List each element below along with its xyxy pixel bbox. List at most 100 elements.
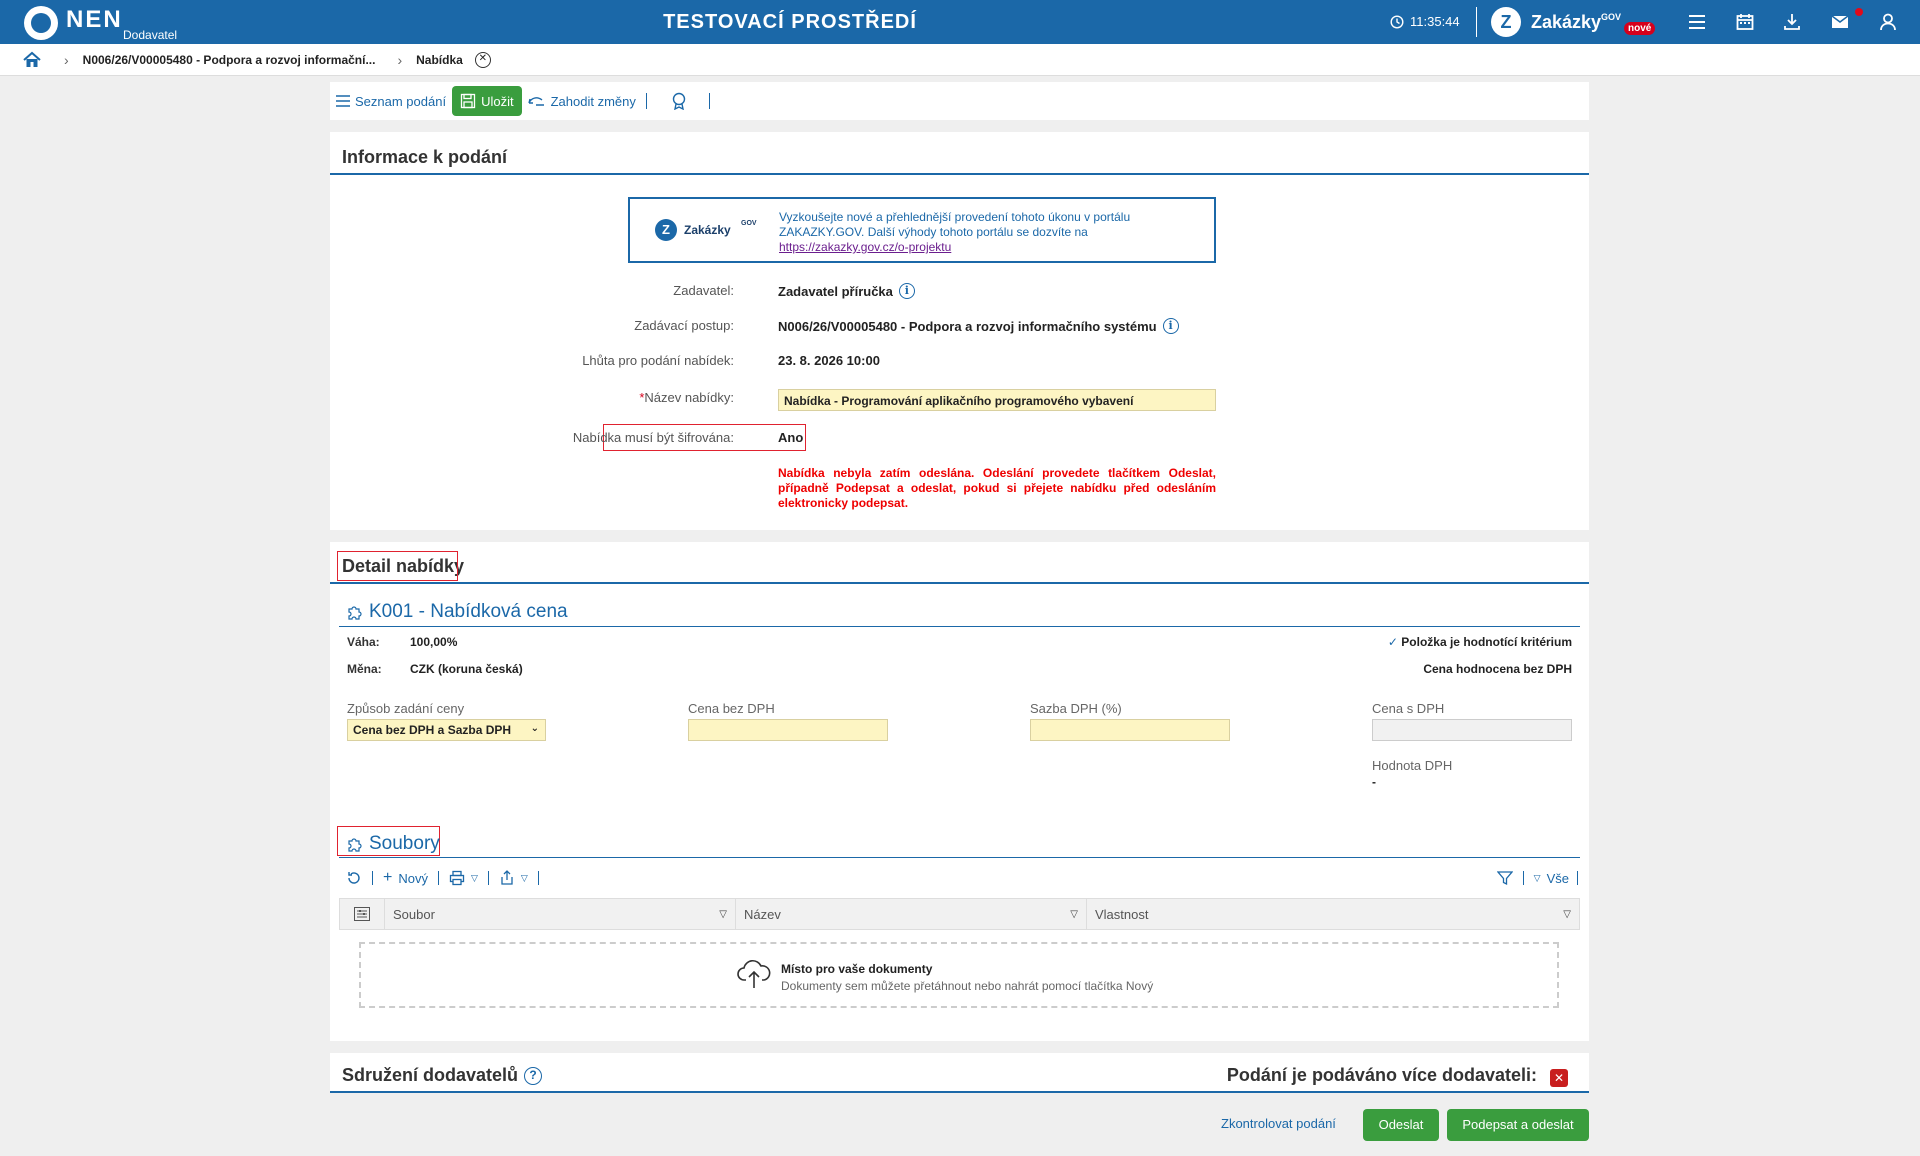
refresh-icon[interactable]	[346, 870, 362, 886]
user-icon[interactable]	[1878, 12, 1898, 32]
session-clock: 11:35:44	[1390, 14, 1460, 29]
settings-sliders-icon	[354, 907, 370, 921]
mena-label: Měna:	[347, 662, 382, 676]
zadavatel-value: Zadavatel příručka i	[778, 283, 915, 299]
download-icon[interactable]	[1782, 12, 1802, 32]
environment-title: TESTOVACÍ PROSTŘEDÍ	[663, 11, 917, 33]
zakazky-link[interactable]: Zakázky	[1531, 12, 1601, 33]
price-without-vat-label: Cena bez DPH	[688, 701, 775, 716]
mena-value: CZK (koruna česká)	[410, 662, 523, 676]
toolbar-divider	[1522, 871, 1524, 885]
criterion-flag: ✓ Položka je hodnotící kritérium	[1378, 635, 1572, 649]
column-soubor[interactable]: Soubor ▽	[385, 899, 736, 929]
field-postup: Zadávací postup: N006/26/V00005480 - Pod…	[330, 318, 1589, 338]
rating-button[interactable]	[665, 86, 693, 116]
multi-supplier-checkbox[interactable]: ✕	[1550, 1069, 1568, 1087]
filter-icon[interactable]	[1496, 870, 1513, 886]
column-soubor-label: Soubor	[393, 906, 435, 922]
check-submission-button[interactable]: Zkontrolovat podání	[1221, 1116, 1336, 1131]
caret-down-icon: ▽	[1533, 872, 1541, 883]
info-icon[interactable]: i	[898, 283, 915, 299]
column-settings-button[interactable]	[340, 899, 385, 929]
postup-text: N006/26/V00005480 - Podpora a rozvoj inf…	[778, 318, 1157, 334]
detail-panel-underline	[330, 582, 1589, 584]
postup-value: N006/26/V00005480 - Podpora a rozvoj inf…	[778, 318, 1179, 334]
price-with-vat-label: Cena s DPH	[1372, 701, 1445, 716]
association-underline	[330, 1091, 1589, 1093]
promo-text: Vyzkoušejte nové a přehlednější proveden…	[779, 210, 1179, 255]
home-icon[interactable]	[22, 50, 42, 70]
chevron-down-icon: ⌄	[530, 723, 539, 734]
help-icon[interactable]: ?	[524, 1066, 543, 1085]
clock-icon	[1390, 14, 1404, 29]
new-file-button[interactable]: Nový	[398, 871, 428, 886]
zakazky-logo[interactable]: Z	[1491, 7, 1521, 37]
sort-icon[interactable]: ▽	[1070, 909, 1078, 920]
offer-name-input[interactable]: Nabídka - Programování aplikačního progr…	[778, 389, 1216, 411]
column-vlastnost-label: Vlastnost	[1095, 906, 1149, 922]
files-filter-bar: ▽ Vše	[1496, 868, 1580, 888]
zakazky-sup: GOV	[1601, 12, 1622, 22]
breadcrumb: › N006/26/V00005480 - Podpora a rozvoj i…	[0, 44, 1920, 76]
header-divider	[1476, 7, 1477, 37]
send-button[interactable]: Odeslat	[1363, 1109, 1439, 1141]
vat-rate-input[interactable]	[1030, 719, 1230, 741]
new-badge: nové	[1624, 22, 1656, 35]
sign-and-send-button[interactable]: Podepsat a odeslat	[1447, 1109, 1589, 1141]
calendar-icon[interactable]	[1735, 12, 1755, 32]
dropzone-subtitle: Dokumenty sem můžete přetáhnout nebo nah…	[781, 979, 1154, 993]
lhuta-value: 23. 8. 2026 10:00	[778, 353, 880, 368]
field-sifrovana: Nabídka musí být šifrována: Ano	[330, 430, 1589, 450]
action-toolbar: Seznam podání Uložit Zahodit změny	[330, 82, 1589, 120]
column-nazev[interactable]: Název ▽	[736, 899, 1087, 929]
sort-icon[interactable]: ▽	[719, 909, 727, 920]
mail-icon[interactable]	[1830, 12, 1850, 32]
price-mode-select[interactable]: Cena bez DPH a Sazba DPH ⌄	[347, 719, 546, 741]
undo-car-icon	[527, 97, 544, 106]
toolbar-divider	[372, 871, 373, 885]
column-vlastnost[interactable]: Vlastnost ▽	[1087, 899, 1579, 929]
price-without-vat-input[interactable]	[688, 719, 888, 741]
zadavatel-text: Zadavatel příručka	[778, 283, 893, 299]
list-button[interactable]: Seznam podání	[330, 86, 452, 116]
price-mode-label: Způsob zadání ceny	[347, 701, 465, 716]
info-icon[interactable]: i	[1162, 318, 1179, 334]
toolbar-divider	[645, 93, 647, 109]
highlight-box	[337, 551, 458, 581]
cloud-upload-icon	[737, 960, 771, 988]
save-button-label: Uložit	[481, 93, 514, 109]
puzzle-icon	[348, 605, 362, 620]
files-title-text: Soubory	[369, 833, 440, 854]
sifrovana-label: Nabídka musí být šifrována:	[572, 430, 734, 445]
association-panel: Sdružení dodavatelů ? Podání je podáváno…	[330, 1053, 1589, 1093]
filter-all-button[interactable]: Vše	[1547, 871, 1569, 886]
sifrovana-value: Ano	[778, 430, 804, 445]
export-icon[interactable]	[499, 870, 515, 886]
save-button[interactable]: Uložit	[452, 86, 522, 116]
info-panel-underline	[330, 173, 1589, 175]
breadcrumb-procedure[interactable]: N006/26/V00005480 - Podpora a rozvoj inf…	[83, 53, 376, 67]
nazev-label-text: Název nabídky:	[644, 390, 734, 405]
print-icon[interactable]	[449, 870, 465, 886]
vat-value: -	[1372, 775, 1376, 789]
menu-icon[interactable]	[1687, 12, 1707, 32]
criterion-title: K001 - Nabídková cena	[346, 601, 568, 623]
promo-link[interactable]: https://zakazky.gov.cz/o-projektu	[779, 240, 951, 254]
clock-time: 11:35:44	[1410, 14, 1460, 29]
caret-down-icon[interactable]: ▽	[521, 873, 528, 884]
caret-down-icon[interactable]: ▽	[471, 873, 478, 884]
close-icon[interactable]: ✕	[474, 51, 491, 68]
badge-icon	[672, 92, 686, 110]
zakazky-promo-banner: Z Zakázky GOV Vyzkoušejte nové a přehled…	[628, 197, 1216, 263]
toolbar-divider	[708, 93, 710, 109]
notification-dot	[1855, 8, 1863, 16]
chevron-right-icon: ›	[64, 51, 69, 68]
zakazky-promo-logo: Z	[655, 219, 677, 241]
postup-label: Zadávací postup:	[634, 318, 734, 333]
field-zadavatel: Zadavatel: Zadavatel příručka i	[330, 283, 1589, 303]
files-title: Soubory	[346, 833, 440, 855]
file-dropzone[interactable]: Místo pro vaše dokumenty Dokumenty sem m…	[359, 942, 1559, 1008]
sort-icon[interactable]: ▽	[1563, 909, 1571, 920]
discard-button[interactable]: Zahodit změny	[522, 86, 642, 116]
toolbar-divider	[487, 871, 489, 885]
